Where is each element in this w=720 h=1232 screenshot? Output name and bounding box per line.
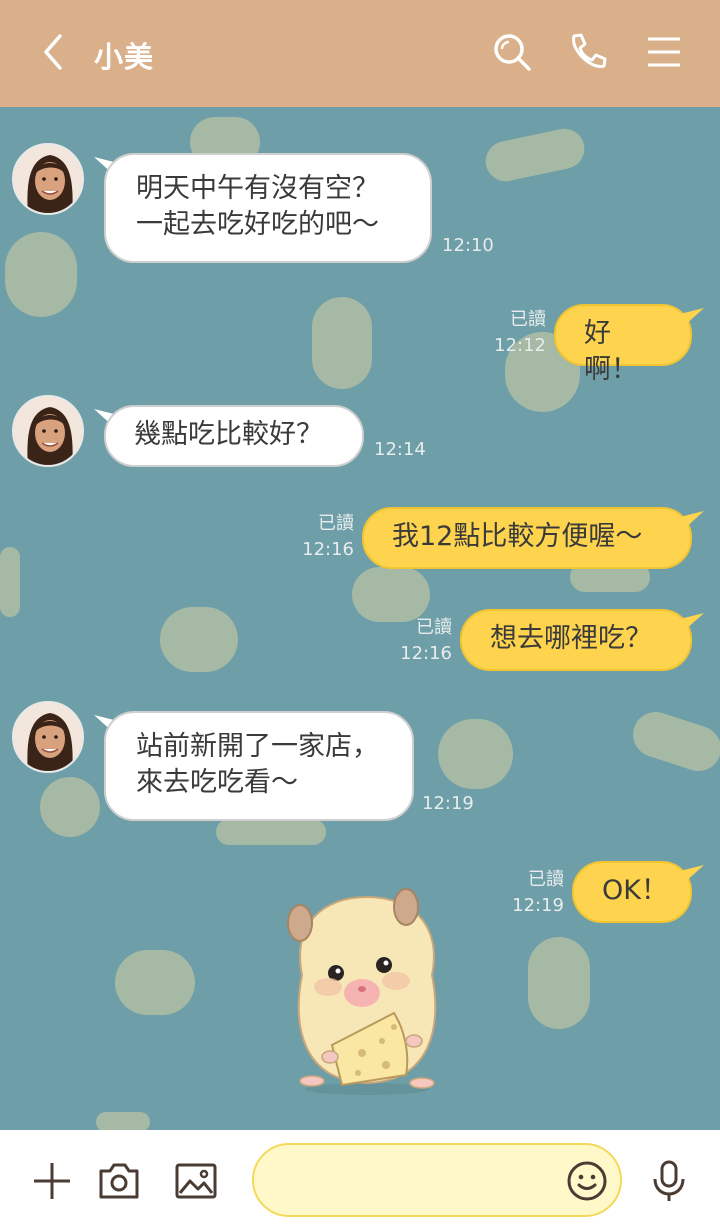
read-receipt: 已讀 12:16: [400, 617, 452, 664]
background-hamster-decoration: [352, 567, 430, 622]
background-hamster-decoration: [312, 297, 372, 389]
background-hamster-decoration: [5, 232, 77, 317]
bubble-tail: [680, 511, 704, 529]
avatar-photo: [14, 397, 82, 465]
message-text: 明天中午有沒有空？: [136, 173, 379, 204]
camera-icon[interactable]: [97, 1159, 141, 1203]
incoming-message-bubble[interactable]: 站前新開了一家店， 來去吃吃看～: [104, 711, 414, 821]
chat-area[interactable]: 明天中午有沒有空？ 一起去吃好吃的吧～ 12:10 已讀 12:12 好啊！ 幾…: [0, 107, 720, 1130]
background-hamster-decoration: [216, 819, 326, 845]
message-text: 我12點比較方便喔～: [392, 521, 643, 552]
chat-header: 小美: [0, 0, 720, 107]
image-icon[interactable]: [174, 1159, 218, 1203]
chevron-left-icon[interactable]: [36, 32, 70, 72]
background-hamster-decoration: [481, 125, 589, 185]
contact-name: 小美: [94, 40, 155, 74]
outgoing-message-bubble[interactable]: 好啊！: [554, 304, 692, 385]
message-text: 來去吃吃看～: [136, 767, 298, 798]
message-text: 想去哪裡吃？: [490, 623, 652, 654]
avatar-photo: [14, 703, 82, 771]
background-hamster-decoration: [96, 1112, 150, 1130]
smiley-icon[interactable]: [566, 1160, 608, 1202]
background-hamster-decoration: [40, 777, 100, 837]
bubble-tail: [680, 865, 704, 883]
message-text: 好啊！: [584, 318, 638, 385]
outgoing-message-bubble[interactable]: 想去哪裡吃？: [460, 609, 692, 671]
outgoing-message-bubble[interactable]: OK！: [572, 861, 692, 923]
incoming-message-bubble[interactable]: 明天中午有沒有空？ 一起去吃好吃的吧～: [104, 153, 432, 263]
read-receipt: 已讀 12:19: [512, 869, 564, 916]
message-time: 12:19: [422, 793, 474, 814]
message-text: 站前新開了一家店，: [136, 731, 379, 762]
bubble-tail: [680, 613, 704, 631]
message-text: 幾點吃比較好？: [134, 419, 323, 450]
hamster-sticker[interactable]: [282, 885, 452, 1099]
plus-icon[interactable]: [30, 1159, 74, 1203]
background-hamster-decoration: [0, 547, 20, 617]
contact-avatar[interactable]: [12, 143, 84, 215]
message-text: OK！: [602, 875, 668, 906]
bubble-tail: [680, 308, 704, 326]
avatar-photo: [14, 145, 82, 213]
microphone-icon[interactable]: [647, 1159, 691, 1203]
incoming-message-bubble[interactable]: 幾點吃比較好？: [104, 405, 364, 467]
read-receipt: 已讀 12:12: [494, 309, 546, 356]
background-hamster-decoration: [115, 950, 195, 1015]
message-input[interactable]: [274, 1161, 558, 1201]
menu-icon[interactable]: [642, 30, 686, 74]
background-hamster-decoration: [438, 719, 513, 789]
message-time: 12:14: [374, 439, 426, 460]
phone-icon[interactable]: [566, 30, 610, 74]
search-icon[interactable]: [490, 30, 534, 74]
read-receipt: 已讀 12:16: [302, 513, 354, 560]
message-text: 一起去吃好吃的吧～: [136, 209, 379, 240]
background-hamster-decoration: [528, 937, 590, 1029]
message-input-box[interactable]: [252, 1143, 622, 1217]
background-hamster-decoration: [160, 607, 238, 672]
contact-avatar[interactable]: [12, 701, 84, 773]
background-hamster-decoration: [627, 706, 720, 777]
outgoing-message-bubble[interactable]: 我12點比較方便喔～: [362, 507, 692, 569]
message-time: 12:10: [442, 235, 494, 256]
contact-avatar[interactable]: [12, 395, 84, 467]
